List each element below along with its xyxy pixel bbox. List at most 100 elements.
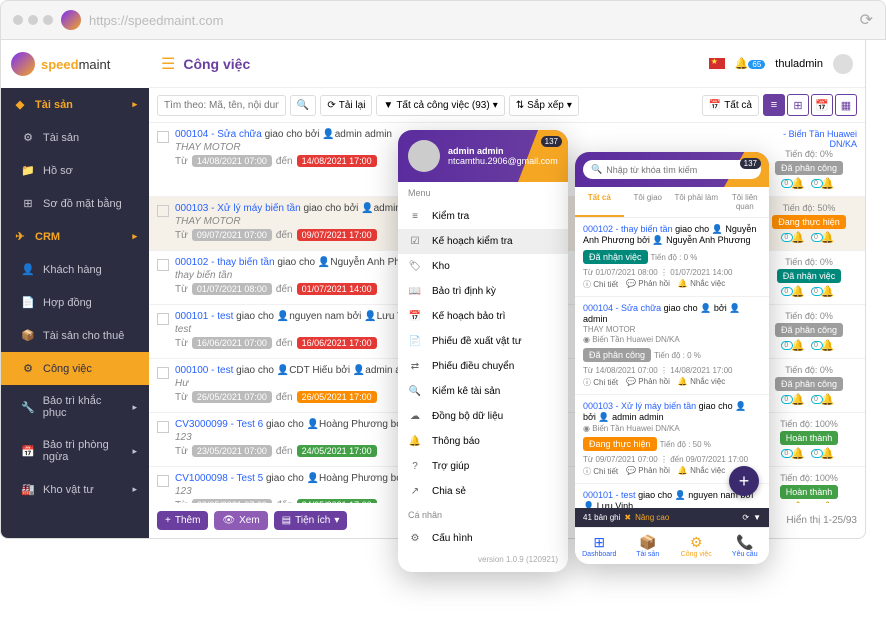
job-id-link[interactable]: 000100 - test	[175, 365, 233, 376]
checkbox[interactable]	[157, 131, 169, 143]
checkbox[interactable]	[157, 205, 169, 217]
menu-item[interactable]: ☁Đồng bộ dữ liệu	[398, 404, 568, 429]
remind-link[interactable]: 🔔 Nhắc việc	[678, 377, 725, 388]
sidebar-icon: 📁	[21, 164, 35, 177]
mobile-job-card[interactable]: 000102 - thay biến tần giao cho 👤 Nguyễn…	[575, 218, 769, 297]
nav-icon: 📦	[626, 534, 671, 551]
mobile-job-link[interactable]: 000102 - thay biến tần	[583, 224, 673, 234]
reply-link[interactable]: 💬 Phản hồi	[626, 466, 670, 477]
filter-icon[interactable]: ▼	[753, 513, 761, 522]
menu-item[interactable]: ☑Kế hoạch kiểm tra	[398, 229, 568, 254]
menu-item-config[interactable]: ⚙ Cấu hình	[398, 526, 568, 551]
mobile-tab[interactable]: Tất cả	[575, 187, 624, 217]
menu-item[interactable]: 📅Kế hoạch bảo trì	[398, 304, 568, 329]
mobile-search-input[interactable]	[606, 165, 753, 175]
detail-link[interactable]: ⓘ Chi tiết	[583, 466, 618, 477]
refresh-icon[interactable]: ⟳	[860, 10, 873, 30]
sidebar-item[interactable]: 📄Hợp đồng	[1, 286, 149, 319]
sidebar-item[interactable]: ✈CRM▸	[1, 220, 149, 253]
mobile-job-link[interactable]: 000104 - Sửa chữa	[583, 303, 661, 313]
remind-link[interactable]: 🔔 Nhắc việc	[678, 279, 725, 290]
mobile-nav-item[interactable]: ⊞Dashboard	[575, 528, 624, 564]
mobile-tab[interactable]: Tôi liên quan	[721, 187, 770, 217]
filter-all-button[interactable]: ▼ Tất cả công việc (93) ▾	[376, 95, 504, 116]
sidebar-item[interactable]: 👤Khách hàng	[1, 253, 149, 286]
sidebar-item[interactable]: 🏭Kho vật tư▸	[1, 473, 149, 506]
mobile-job-link[interactable]: 000103 - Xử lý máy biến tần	[583, 401, 696, 411]
checkbox[interactable]	[157, 313, 169, 325]
dot-icon	[43, 15, 53, 25]
sidebar-item[interactable]: ⚙Tài sản	[1, 121, 149, 154]
job-id-link[interactable]: 000102 - thay biến tần	[175, 257, 275, 268]
sidebar-item[interactable]: ⊞Sơ đồ mặt bằng	[1, 187, 149, 220]
refresh-icon[interactable]: ⟳	[742, 513, 749, 522]
add-button[interactable]: + Thêm	[157, 511, 208, 530]
browser-chrome: https://speedmaint.com ⟳	[0, 0, 886, 40]
hamburger-icon[interactable]: ☰	[161, 54, 175, 74]
view-list-button[interactable]: ≡	[763, 94, 785, 116]
search-input[interactable]	[157, 95, 286, 116]
menu-item[interactable]: ?Trợ giúp	[398, 454, 568, 479]
sidebar-item[interactable]: 🔧Bảo trì khắc phục▸	[1, 385, 149, 429]
avatar[interactable]	[408, 140, 440, 172]
mobile-tab[interactable]: Tôi giao	[624, 187, 673, 217]
checkbox[interactable]	[157, 421, 169, 433]
flag-icon[interactable]	[709, 58, 725, 69]
url-bar[interactable]: https://speedmaint.com	[89, 13, 223, 28]
job-id-link[interactable]: CV1000098 - Test 5	[175, 473, 263, 484]
menu-item[interactable]: ⇄Phiếu điều chuyển	[398, 354, 568, 379]
menu-item[interactable]: ↗Chia sẻ	[398, 479, 568, 504]
search-button[interactable]: 🔍	[290, 95, 316, 116]
menu-item[interactable]: 🔔Thông báo	[398, 429, 568, 454]
filter-bar: 🔍 ⟳ Tải lại ▼ Tất cả công việc (93) ▾ ⇅ …	[149, 88, 865, 123]
sort-button[interactable]: ⇅ Sắp xếp ▾	[509, 95, 579, 116]
advanced-filter-link[interactable]: Nâng cao	[635, 513, 669, 522]
date-range-button[interactable]: 📅 Tất cả	[702, 95, 759, 116]
mobile-job-card[interactable]: 000104 - Sửa chữa giao cho 👤 bởi 👤 admin…	[575, 297, 769, 395]
job-id-link[interactable]: 000103 - Xử lý máy biến tần	[175, 203, 301, 214]
sidebar-item[interactable]: 📁Hồ sơ	[1, 154, 149, 187]
mobile-nav-item[interactable]: 📦Tài sản	[624, 528, 673, 564]
mobile-nav-item[interactable]: ⚙Công việc	[672, 528, 721, 564]
utility-button[interactable]: ▤ Tiện ích ▾	[274, 511, 348, 530]
sidebar-item[interactable]: 📦Tài sản cho thuê	[1, 319, 149, 352]
fab-add-button[interactable]: +	[729, 466, 759, 496]
username[interactable]: thuladmin	[775, 58, 823, 70]
menu-item[interactable]: 🏷Kho	[398, 254, 568, 279]
nav-label: Dashboard	[582, 551, 616, 558]
sidebar-item[interactable]: ◆Tài sản▸	[1, 88, 149, 121]
mobile-job-link[interactable]: 000101 - test	[583, 490, 636, 500]
checkbox[interactable]	[157, 475, 169, 487]
sidebar-item[interactable]: 📅Bảo trì phòng ngừa▸	[1, 429, 149, 473]
reply-link[interactable]: 💬 Phản hồi	[626, 279, 670, 290]
remind-link[interactable]: 🔔 Nhắc việc	[678, 466, 725, 477]
reload-button[interactable]: ⟳ Tải lại	[320, 95, 372, 116]
mobile-bottom-bar: 41 bản ghi ✖ Nâng cao ⟳ ▼	[575, 508, 769, 527]
menu-item[interactable]: ≡Kiểm tra	[398, 204, 568, 229]
reply-link[interactable]: 💬 Phản hồi	[626, 377, 670, 388]
detail-link[interactable]: ⓘ Chi tiết	[583, 377, 618, 388]
menu-icon: 🏷	[408, 261, 422, 272]
view-grid-button[interactable]: ▦	[835, 94, 857, 116]
checkbox[interactable]	[157, 259, 169, 271]
menu-item[interactable]: 📖Bảo trì định kỳ	[398, 279, 568, 304]
view-calendar-button[interactable]: 📅	[811, 94, 833, 116]
view-button[interactable]: 👁 Xem	[214, 511, 267, 530]
mobile-tab[interactable]: Tôi phải làm	[672, 187, 721, 217]
job-id-link[interactable]: 000104 - Sửa chữa	[175, 129, 262, 140]
checkbox[interactable]	[157, 367, 169, 379]
nav-icon: ⚙	[674, 534, 719, 551]
job-id-link[interactable]: 000101 - test	[175, 311, 233, 322]
chevron-icon: ▸	[132, 99, 137, 110]
notif-icon[interactable]: 🔔65	[735, 57, 766, 70]
detail-link[interactable]: ⓘ Chi tiết	[583, 279, 618, 290]
view-kanban-button[interactable]: ⊞	[787, 94, 809, 116]
menu-item[interactable]: 🔍Kiểm kê tài sản	[398, 379, 568, 404]
mobile-nav-item[interactable]: 📞Yêu cầu	[721, 528, 770, 564]
menu-icon: 📄	[408, 336, 422, 347]
brand-name: speedmaint	[41, 57, 110, 72]
job-id-link[interactable]: CV3000099 - Test 6	[175, 419, 263, 430]
sidebar-item[interactable]: ⚙Công việc	[1, 352, 149, 385]
avatar[interactable]	[833, 54, 853, 74]
menu-item[interactable]: 📄Phiếu đề xuất vật tư	[398, 329, 568, 354]
